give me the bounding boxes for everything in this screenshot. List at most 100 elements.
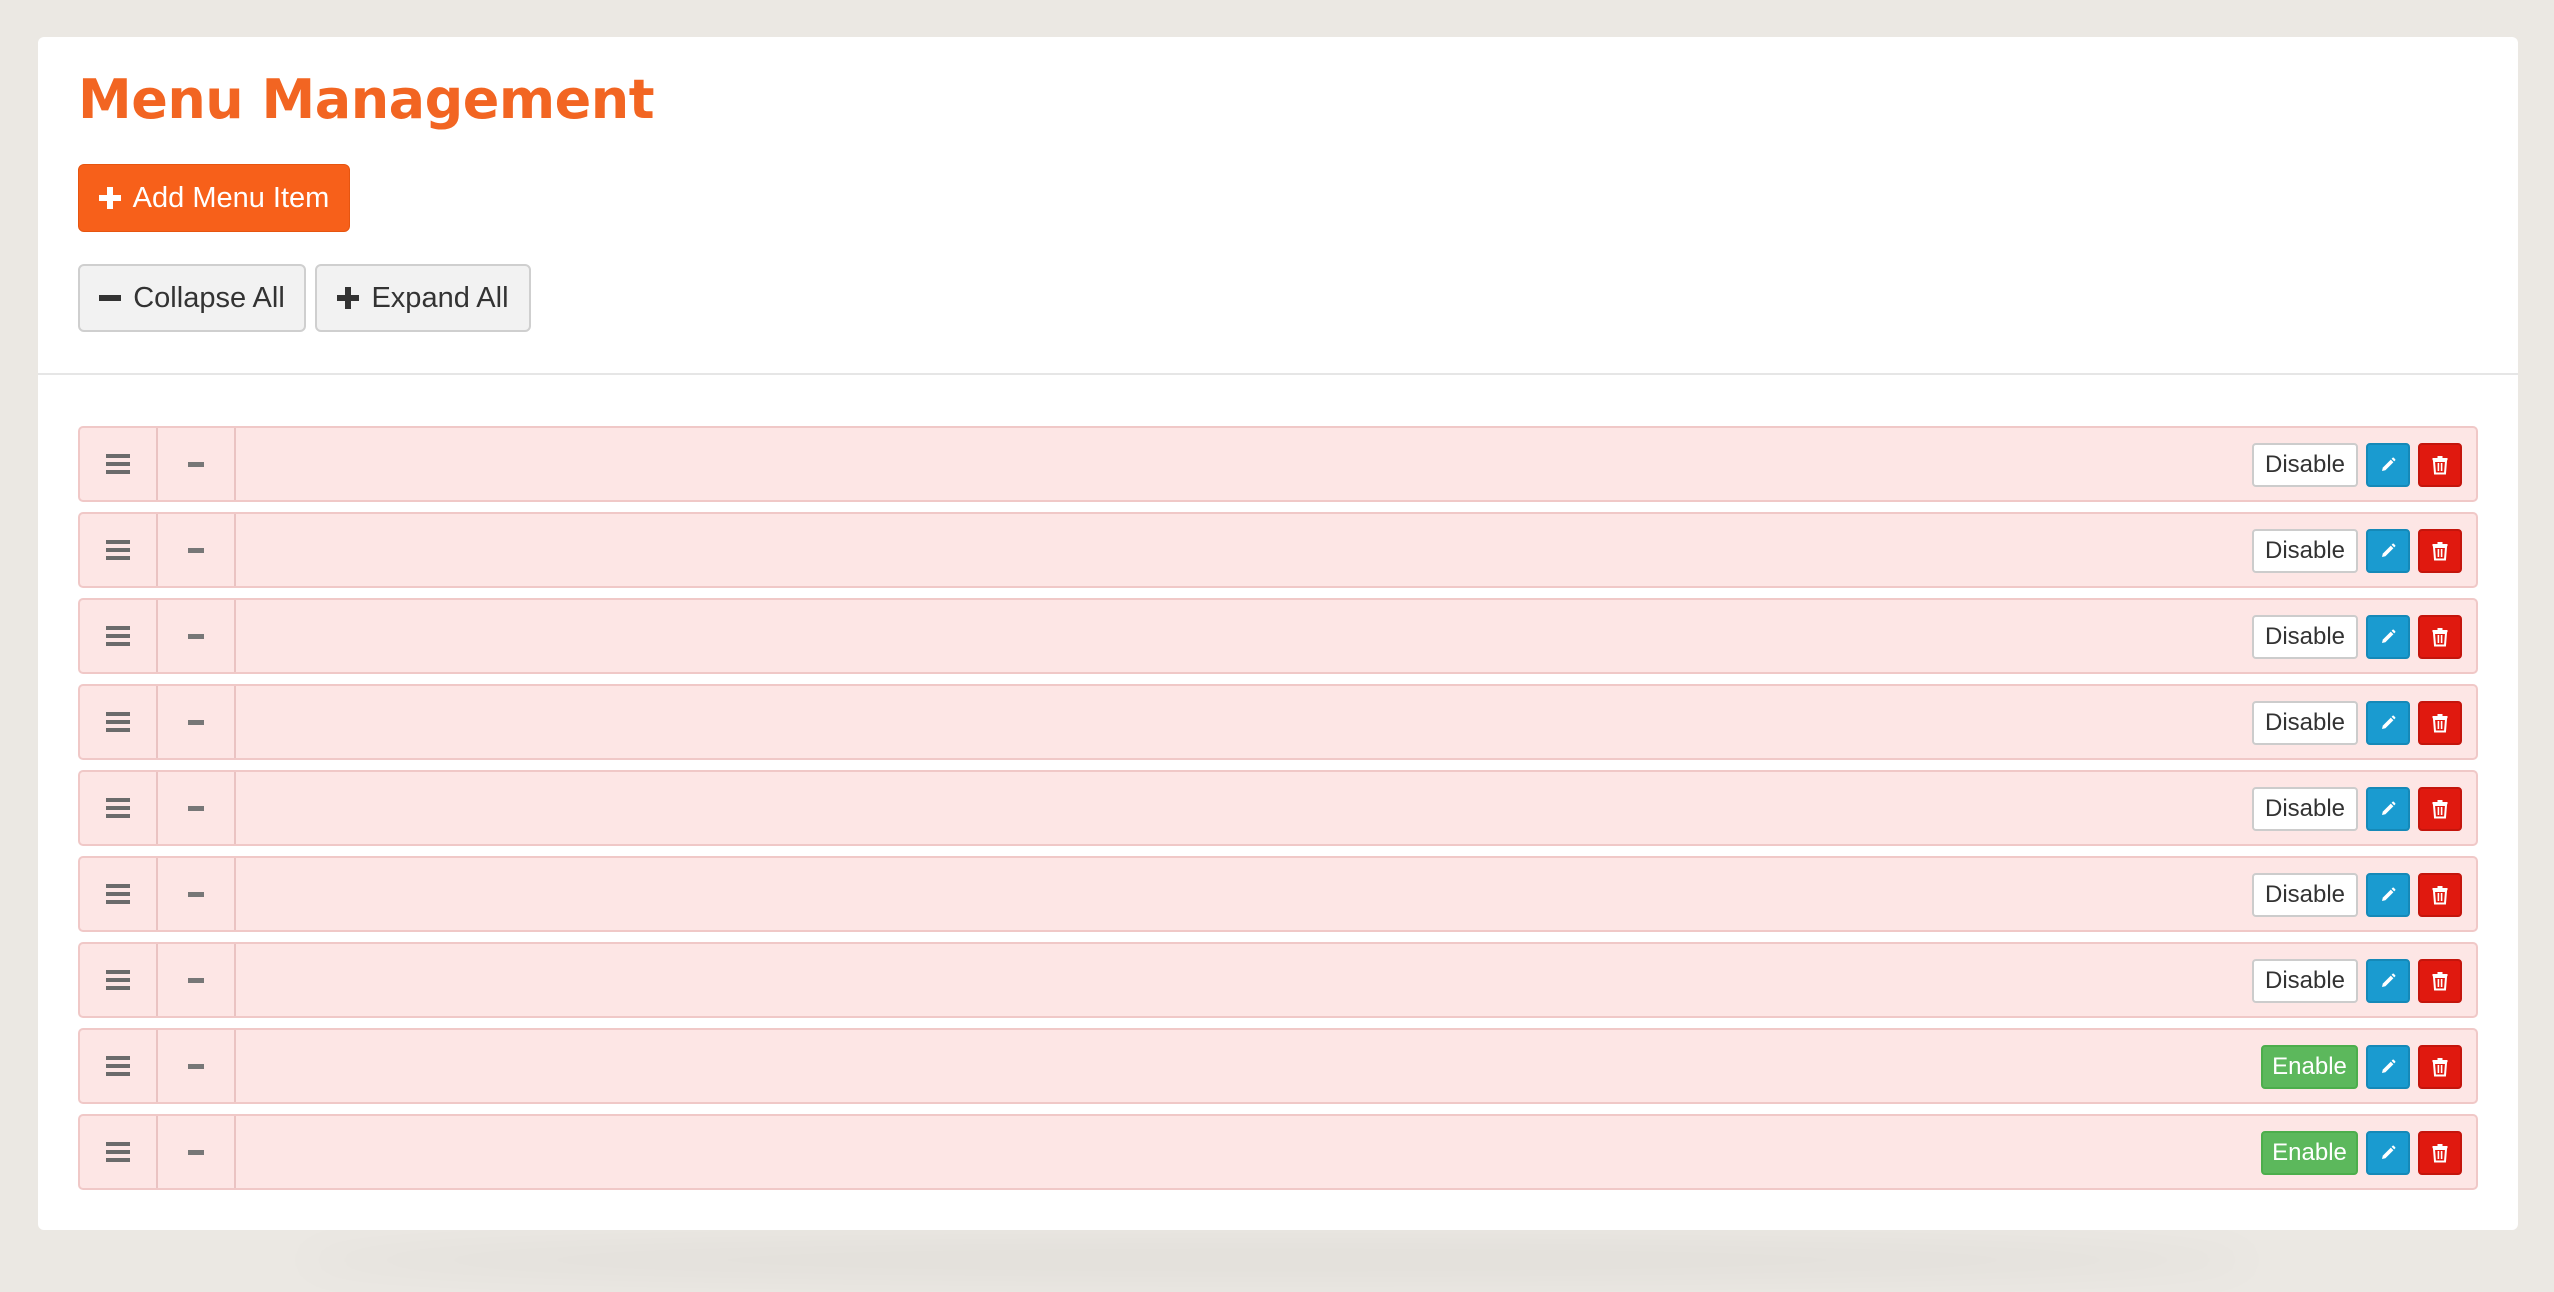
collapse-all-button[interactable]: Collapse All [78, 264, 306, 332]
minus-icon [99, 287, 122, 309]
collapse-minus-icon [188, 1149, 204, 1155]
disable-button[interactable]: Disable [2252, 959, 2358, 1003]
drag-handle[interactable] [80, 944, 158, 1016]
row-actions: Disable [2252, 529, 2462, 573]
delete-button[interactable] [2418, 873, 2462, 917]
trash-icon [2432, 456, 2448, 475]
drag-handle[interactable] [80, 600, 158, 672]
delete-button[interactable] [2418, 529, 2462, 573]
drag-handle-icon [106, 884, 130, 904]
delete-button[interactable] [2418, 443, 2462, 487]
drag-handle[interactable] [80, 772, 158, 844]
collapse-toggle[interactable] [158, 1030, 236, 1102]
pencil-icon [2382, 801, 2396, 815]
pencil-icon [2382, 543, 2396, 557]
collapse-minus-icon [188, 633, 204, 639]
edit-button[interactable] [2366, 1045, 2410, 1089]
add-menu-item-label: Add Menu Item [132, 181, 330, 214]
collapse-minus-icon [188, 719, 204, 725]
menu-item-row: Enable [78, 1114, 2478, 1190]
edit-button[interactable] [2366, 959, 2410, 1003]
collapse-toggle[interactable] [158, 686, 236, 758]
edit-button[interactable] [2366, 701, 2410, 745]
drag-handle[interactable] [80, 514, 158, 586]
trash-icon [2432, 628, 2448, 647]
menu-item-row: Disable [78, 512, 2478, 588]
expand-all-label: Expand All [371, 281, 509, 314]
collapse-toggle[interactable] [158, 428, 236, 500]
menu-item-row: Disable [78, 426, 2478, 502]
delete-button[interactable] [2418, 1045, 2462, 1089]
row-actions: Disable [2252, 959, 2462, 1003]
row-actions: Disable [2252, 443, 2462, 487]
collapse-toggle[interactable] [158, 772, 236, 844]
menu-item-row: Disable [78, 684, 2478, 760]
disable-button[interactable]: Disable [2252, 443, 2358, 487]
drag-handle[interactable] [80, 858, 158, 930]
edit-button[interactable] [2366, 787, 2410, 831]
trash-icon [2432, 972, 2448, 991]
pencil-icon [2382, 1059, 2396, 1073]
collapse-minus-icon [188, 461, 204, 467]
expand-all-button[interactable]: Expand All [315, 264, 531, 332]
disable-button[interactable]: Disable [2252, 701, 2358, 745]
edit-button[interactable] [2366, 615, 2410, 659]
drag-handle[interactable] [80, 428, 158, 500]
row-actions: Enable [2261, 1131, 2462, 1175]
drag-handle-icon [106, 454, 130, 474]
row-actions: Enable [2261, 1045, 2462, 1089]
edit-button[interactable] [2366, 529, 2410, 573]
row-actions: Disable [2252, 701, 2462, 745]
collapse-toggle[interactable] [158, 600, 236, 672]
collapse-toggle[interactable] [158, 514, 236, 586]
pencil-icon [2382, 887, 2396, 901]
menu-item-row: Disable [78, 598, 2478, 674]
collapse-minus-icon [188, 891, 204, 897]
pencil-icon [2382, 973, 2396, 987]
menu-item-row: Disable [78, 942, 2478, 1018]
trash-icon [2432, 714, 2448, 733]
edit-button[interactable] [2366, 873, 2410, 917]
row-actions: Disable [2252, 615, 2462, 659]
enable-button[interactable]: Enable [2261, 1045, 2358, 1089]
page-title: Menu Management [78, 68, 655, 131]
edit-button[interactable] [2366, 1131, 2410, 1175]
trash-icon [2432, 542, 2448, 561]
row-actions: Disable [2252, 787, 2462, 831]
delete-button[interactable] [2418, 701, 2462, 745]
collapse-toggle[interactable] [158, 858, 236, 930]
menu-item-list: Disable Disable Disable Disable Disable … [78, 426, 2478, 1200]
pencil-icon [2382, 715, 2396, 729]
collapse-all-label: Collapse All [133, 281, 285, 314]
delete-button[interactable] [2418, 787, 2462, 831]
collapse-toggle[interactable] [158, 944, 236, 1016]
edit-button[interactable] [2366, 443, 2410, 487]
panel-shadow [300, 1240, 2254, 1280]
trash-icon [2432, 1058, 2448, 1077]
delete-button[interactable] [2418, 1131, 2462, 1175]
delete-button[interactable] [2418, 959, 2462, 1003]
drag-handle[interactable] [80, 1030, 158, 1102]
pencil-icon [2382, 1145, 2396, 1159]
drag-handle[interactable] [80, 686, 158, 758]
disable-button[interactable]: Disable [2252, 529, 2358, 573]
pencil-icon [2382, 629, 2396, 643]
drag-handle-icon [106, 540, 130, 560]
trash-icon [2432, 886, 2448, 905]
delete-button[interactable] [2418, 615, 2462, 659]
disable-button[interactable]: Disable [2252, 787, 2358, 831]
menu-item-row: Enable [78, 1028, 2478, 1104]
add-menu-item-button[interactable]: Add Menu Item [78, 164, 350, 232]
drag-handle-icon [106, 626, 130, 646]
plus-icon [98, 187, 121, 209]
plus-icon [337, 287, 360, 309]
menu-item-row: Disable [78, 856, 2478, 932]
trash-icon [2432, 1144, 2448, 1163]
disable-button[interactable]: Disable [2252, 615, 2358, 659]
disable-button[interactable]: Disable [2252, 873, 2358, 917]
collapse-toggle[interactable] [158, 1116, 236, 1188]
collapse-minus-icon [188, 977, 204, 983]
row-actions: Disable [2252, 873, 2462, 917]
drag-handle[interactable] [80, 1116, 158, 1188]
enable-button[interactable]: Enable [2261, 1131, 2358, 1175]
